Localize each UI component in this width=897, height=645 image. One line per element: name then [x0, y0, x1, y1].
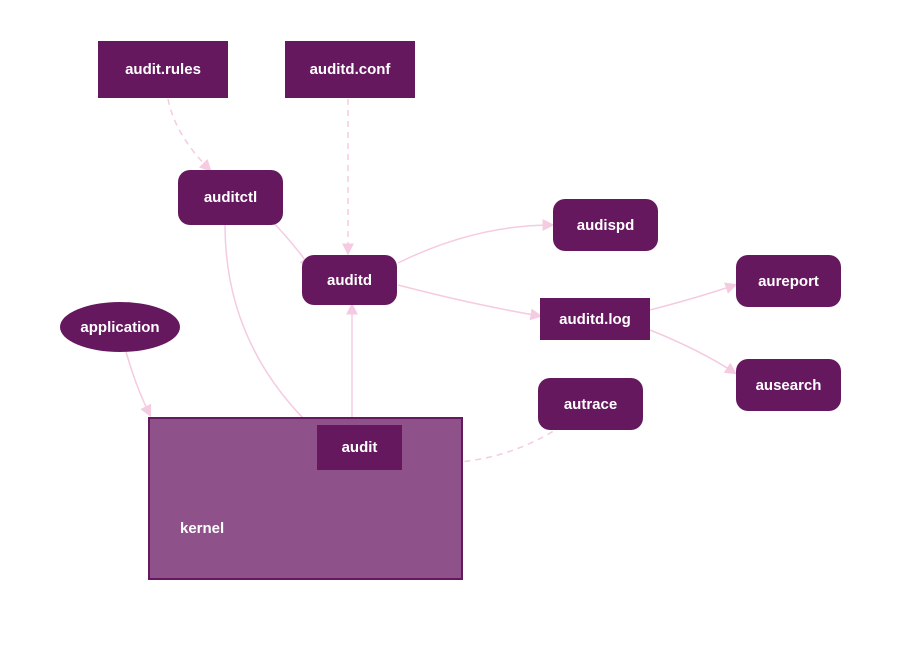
- edge-auditdlog-aureport: [650, 285, 735, 310]
- node-audit: audit: [317, 425, 402, 470]
- node-auditctl: auditctl: [178, 170, 283, 225]
- auditctl-label: auditctl: [204, 189, 257, 206]
- node-auditdlog: auditd.log: [540, 298, 650, 340]
- ausearch-label: ausearch: [756, 377, 822, 394]
- node-auditdconf: auditd.conf: [285, 41, 415, 98]
- kernel-box: kernel: [148, 417, 463, 580]
- node-auditrules: audit.rules: [98, 41, 228, 98]
- edge-auditd-auditdlog: [398, 285, 540, 316]
- edge-auditctl-audit: [225, 225, 315, 430]
- auditdconf-label: auditd.conf: [310, 61, 391, 78]
- auditd-label: auditd: [327, 272, 372, 289]
- edge-auditrules-auditctl: [168, 99, 210, 170]
- aureport-label: aureport: [758, 273, 819, 290]
- edge-auditdlog-ausearch: [650, 330, 735, 373]
- auditrules-label: audit.rules: [125, 61, 201, 78]
- edge-auditd-audispd: [398, 225, 552, 263]
- node-auditd: auditd: [302, 255, 397, 305]
- node-ausearch: ausearch: [736, 359, 841, 411]
- node-audispd: audispd: [553, 199, 658, 251]
- kernel-label: kernel: [180, 520, 224, 537]
- node-application: application: [60, 302, 180, 352]
- edge-application-kernel: [125, 348, 150, 415]
- application-label: application: [80, 319, 159, 336]
- node-aureport: aureport: [736, 255, 841, 307]
- audispd-label: audispd: [577, 217, 635, 234]
- audit-label: audit: [342, 439, 378, 456]
- auditdlog-label: auditd.log: [559, 311, 631, 328]
- autrace-label: autrace: [564, 396, 617, 413]
- node-autrace: autrace: [538, 378, 643, 430]
